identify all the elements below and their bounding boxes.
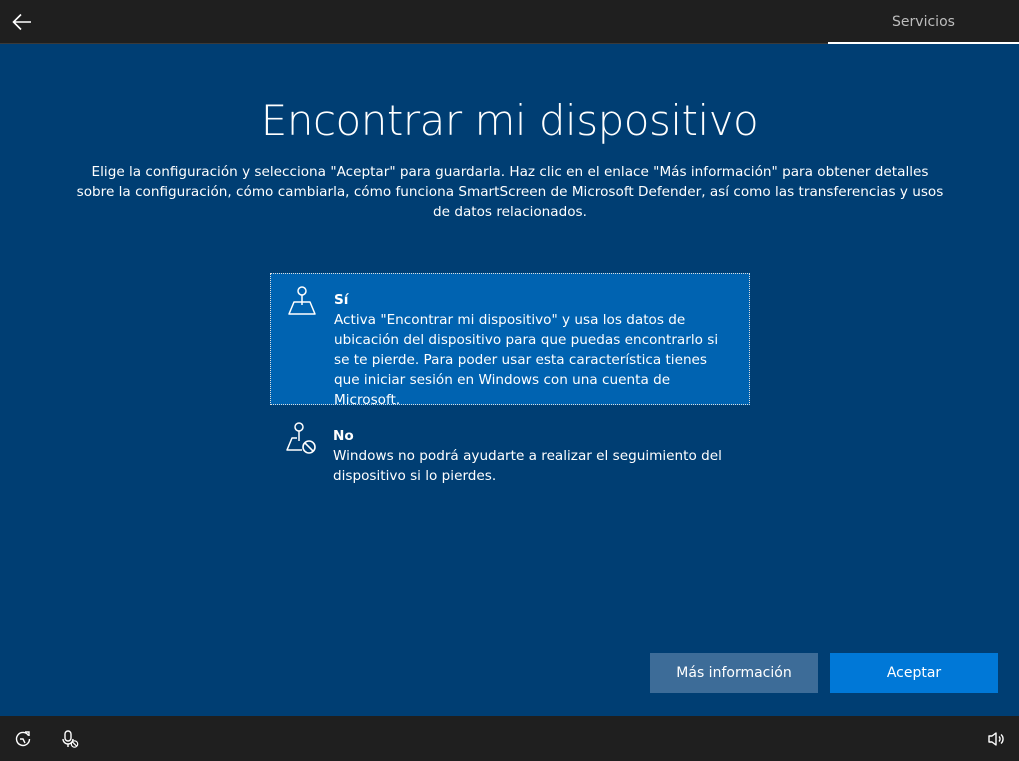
option-yes-description: Activa "Encontrar mi dispositivo" y usa … [334, 312, 719, 408]
bottom-bar [0, 716, 1019, 761]
option-no-description: Windows no podrá ayudarte a realizar el … [333, 448, 722, 484]
tab-services-label: Servicios [892, 13, 955, 30]
page-description: Elige la configuración y selecciona "Ace… [76, 164, 944, 220]
volume-icon[interactable] [986, 729, 1006, 749]
option-yes[interactable]: Sí Activa "Encontrar mi dispositivo" y u… [270, 273, 750, 408]
option-yes-title: Sí [334, 292, 349, 308]
page-title: Encontrar mi dispositivo [260, 96, 759, 145]
back-arrow-icon [12, 13, 31, 30]
option-no[interactable]: No Windows no podrá ayudarte a realizar … [270, 410, 750, 490]
map-pin-icon [288, 286, 316, 315]
option-no-title: No [333, 428, 354, 444]
back-button[interactable] [0, 0, 44, 43]
tab-services[interactable]: Servicios [828, 0, 1019, 43]
microphone-off-icon[interactable] [60, 729, 80, 749]
ease-of-access-icon[interactable] [13, 729, 33, 749]
top-bar: Servicios [0, 0, 1019, 44]
map-pin-blocked-icon [286, 422, 316, 454]
accept-button[interactable]: Aceptar [830, 653, 998, 693]
active-tab-indicator [828, 42, 1019, 44]
more-info-button[interactable]: Más información [650, 653, 818, 693]
